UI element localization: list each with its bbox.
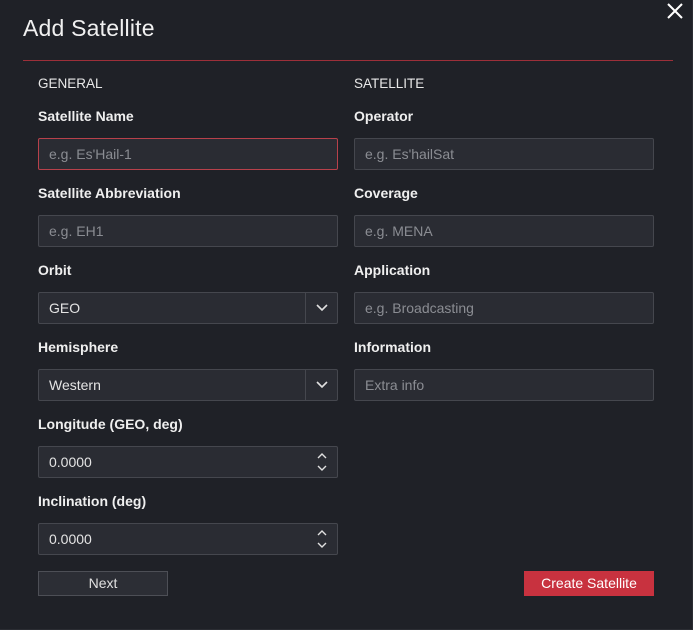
satellite-name-field bbox=[38, 138, 338, 170]
general-section: GENERAL Satellite Name Satellite Abbrevi… bbox=[38, 74, 338, 555]
operator-label: Operator bbox=[354, 108, 414, 124]
dialog-title: Add Satellite bbox=[23, 15, 155, 41]
chevron-down-icon[interactable] bbox=[305, 293, 337, 323]
inclination-value: 0.0000 bbox=[49, 531, 92, 547]
application-field bbox=[354, 292, 654, 324]
spin-arrows-icon[interactable] bbox=[315, 527, 329, 551]
information-input[interactable] bbox=[355, 370, 653, 400]
coverage-label: Coverage bbox=[354, 185, 418, 201]
information-field bbox=[354, 369, 654, 401]
operator-field bbox=[354, 138, 654, 170]
coverage-field bbox=[354, 215, 654, 247]
orbit-label: Orbit bbox=[38, 262, 72, 278]
hemisphere-selected-value: Western bbox=[49, 377, 101, 393]
satellite-abbreviation-label: Satellite Abbreviation bbox=[38, 185, 181, 201]
hemisphere-select[interactable]: Western bbox=[38, 369, 338, 401]
satellite-section: SATELLITE Operator Coverage Application … bbox=[354, 74, 654, 401]
inclination-spinbox[interactable]: 0.0000 bbox=[38, 523, 338, 555]
orbit-select[interactable]: GEO bbox=[38, 292, 338, 324]
satellite-abbreviation-field bbox=[38, 215, 338, 247]
next-button[interactable]: Next bbox=[38, 571, 168, 596]
satellite-abbreviation-input[interactable] bbox=[39, 216, 337, 246]
coverage-input[interactable] bbox=[355, 216, 653, 246]
create-satellite-button[interactable]: Create Satellite bbox=[524, 571, 654, 596]
satellite-name-label: Satellite Name bbox=[38, 108, 134, 124]
close-icon[interactable] bbox=[664, 0, 686, 22]
general-heading: GENERAL bbox=[38, 76, 103, 91]
longitude-label: Longitude (GEO, deg) bbox=[38, 416, 183, 432]
spin-arrows-icon[interactable] bbox=[315, 450, 329, 474]
orbit-selected-value: GEO bbox=[49, 300, 81, 316]
add-satellite-dialog: Add Satellite GENERAL Satellite Name Sat… bbox=[0, 0, 693, 630]
hemisphere-label: Hemisphere bbox=[38, 339, 119, 355]
application-input[interactable] bbox=[355, 293, 653, 323]
longitude-value: 0.0000 bbox=[49, 454, 92, 470]
title-divider bbox=[23, 60, 673, 61]
longitude-spinbox[interactable]: 0.0000 bbox=[38, 446, 338, 478]
satellite-heading: SATELLITE bbox=[354, 76, 425, 91]
application-label: Application bbox=[354, 262, 431, 278]
chevron-down-icon[interactable] bbox=[305, 370, 337, 400]
operator-input[interactable] bbox=[355, 139, 653, 169]
information-label: Information bbox=[354, 339, 431, 355]
inclination-label: Inclination (deg) bbox=[38, 493, 147, 509]
satellite-name-input[interactable] bbox=[39, 139, 337, 169]
